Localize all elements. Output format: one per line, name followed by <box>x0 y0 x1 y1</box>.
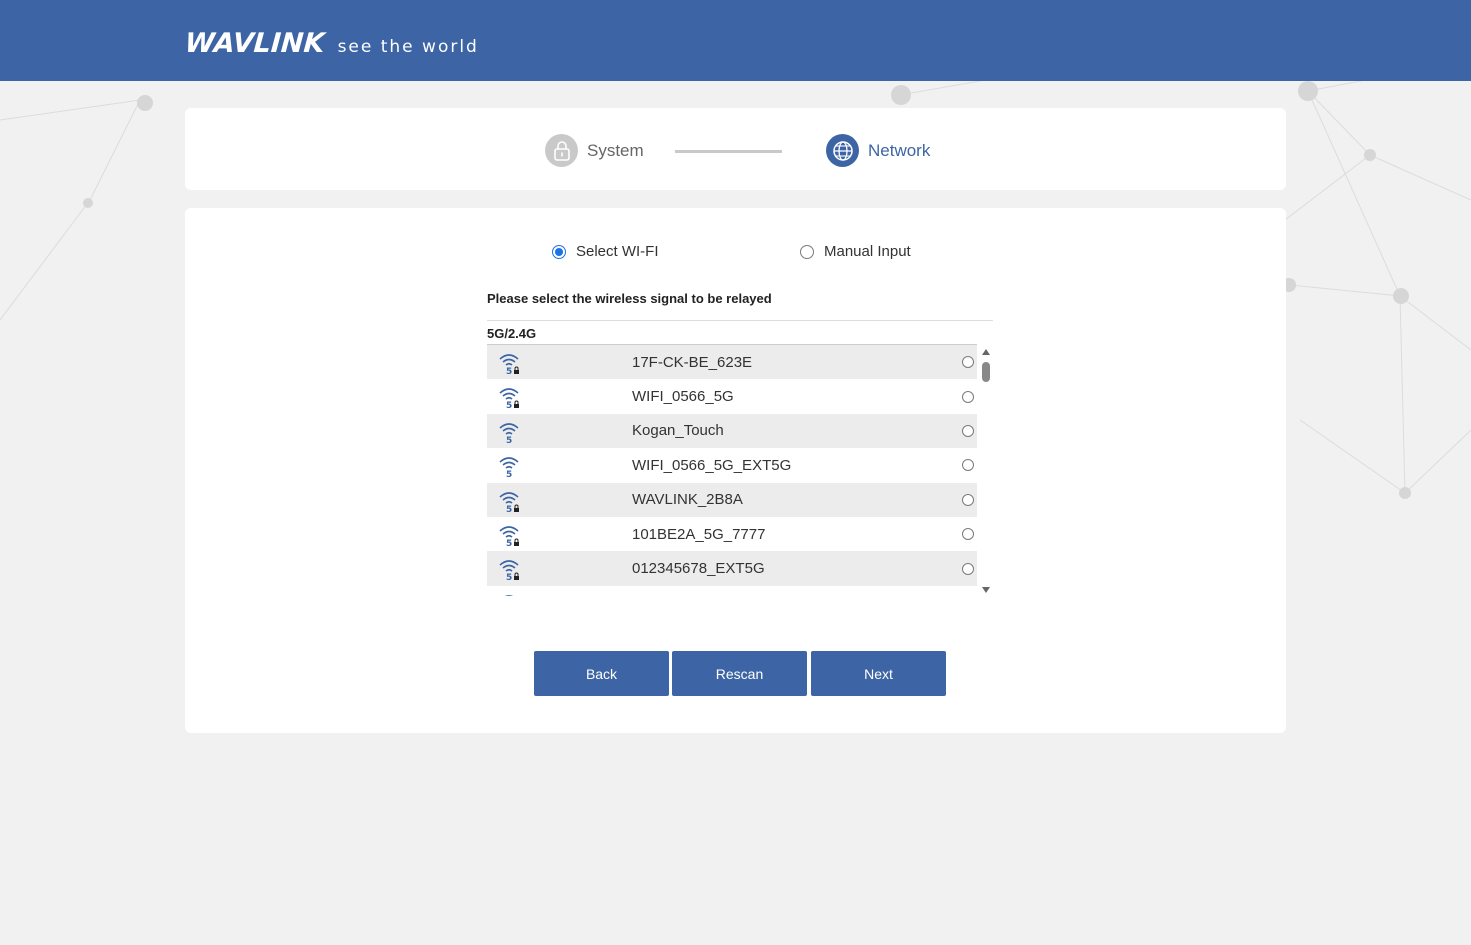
svg-text:5: 5 <box>506 539 512 548</box>
divider <box>487 320 993 321</box>
instruction-text: Please select the wireless signal to be … <box>487 291 772 306</box>
scroll-down-arrow[interactable] <box>982 587 990 593</box>
svg-text:5: 5 <box>506 436 512 445</box>
next-button[interactable]: Next <box>811 651 946 696</box>
step-network: Network <box>826 134 930 167</box>
wifi-5g-locked-icon: 5 <box>499 560 519 582</box>
network-row[interactable]: 5 <box>487 586 977 596</box>
network-ssid: 17F-CK-BE_623E <box>632 353 753 371</box>
lock-icon <box>545 134 578 167</box>
network-select-radio[interactable] <box>962 424 974 437</box>
network-row[interactable]: 5 101BE2A_5G_7777 <box>487 517 977 551</box>
network-row[interactable]: 5 WIFI_0566_5G <box>487 379 977 413</box>
select-wifi-radio[interactable] <box>552 244 566 259</box>
network-ssid: WIFI_0566_5G_EXT5G <box>632 456 792 474</box>
svg-text:5: 5 <box>506 505 512 514</box>
list-scrollbar[interactable] <box>979 345 993 596</box>
wifi-selection-card: Select WI-FI Manual Input Please select … <box>185 208 1286 733</box>
network-select-radio[interactable] <box>962 390 974 403</box>
band-label: 5G/2.4G <box>487 326 537 341</box>
wifi-5g-locked-icon: 5 <box>499 354 519 376</box>
manual-input-label: Manual Input <box>824 243 911 260</box>
network-row[interactable]: 5 WIFI_0566_5G_EXT5G <box>487 448 977 482</box>
network-row[interactable]: 5 012345678_EXT5G <box>487 551 977 586</box>
network-ssid: WIFI_0566_5G <box>632 388 734 406</box>
wifi-5g-locked-icon: 5 <box>499 388 519 410</box>
scroll-up-arrow[interactable] <box>982 349 990 355</box>
svg-text:5: 5 <box>506 573 512 582</box>
select-wifi-option[interactable]: Select WI-FI <box>552 243 659 260</box>
back-button[interactable]: Back <box>534 651 669 696</box>
network-row[interactable]: 5 17F-CK-BE_623E <box>487 345 977 380</box>
manual-input-option[interactable]: Manual Input <box>800 243 911 260</box>
manual-input-radio[interactable] <box>800 244 814 259</box>
step-system-label: System <box>587 140 644 160</box>
logo-brand: WAVLINK <box>183 28 326 59</box>
setup-steps-card: System Network <box>185 108 1286 190</box>
svg-text:5: 5 <box>506 401 512 410</box>
step-connector <box>675 150 782 153</box>
wifi-list-body: 5 17F-CK-BE_623E 5 WIFI_0566_5G 5 Kogan_Touch… <box>487 345 977 596</box>
wifi-5g-icon: 5 <box>499 422 519 445</box>
network-select-radio[interactable] <box>962 356 974 369</box>
network-ssid: Kogan_Touch <box>632 422 724 440</box>
network-select-radio[interactable] <box>962 528 974 541</box>
wifi-network-list[interactable]: 5 17F-CK-BE_623E 5 WIFI_0566_5G 5 Kogan_Touch… <box>487 345 993 596</box>
logo-tagline: see the world <box>337 37 479 57</box>
step-system: System <box>545 134 644 167</box>
network-select-radio[interactable] <box>962 493 974 506</box>
network-ssid: 101BE2A_5G_7777 <box>632 525 766 543</box>
wifi-5g-icon: 5 <box>499 457 519 479</box>
network-select-radio[interactable] <box>962 459 974 472</box>
wavlink-logo: WAVLINK see the world <box>183 28 479 59</box>
wifi-5g-icon: 5 <box>504 594 514 596</box>
select-wifi-label: Select WI-FI <box>576 243 659 260</box>
svg-text:5: 5 <box>506 367 512 376</box>
top-header: WAVLINK see the world <box>0 0 1471 81</box>
svg-text:5: 5 <box>506 470 512 479</box>
network-ssid: 012345678_EXT5G <box>632 560 765 578</box>
globe-icon <box>826 134 859 167</box>
network-row[interactable]: 5 Kogan_Touch <box>487 413 977 449</box>
wifi-5g-locked-icon: 5 <box>499 491 519 514</box>
wifi-5g-locked-icon: 5 <box>499 526 519 548</box>
network-row[interactable]: 5 WAVLINK_2B8A <box>487 482 977 517</box>
network-ssid: WAVLINK_2B8A <box>632 491 743 509</box>
rescan-button[interactable]: Rescan <box>672 651 807 696</box>
step-network-label: Network <box>868 140 931 160</box>
network-select-radio[interactable] <box>962 562 974 575</box>
scroll-thumb[interactable] <box>982 362 990 382</box>
